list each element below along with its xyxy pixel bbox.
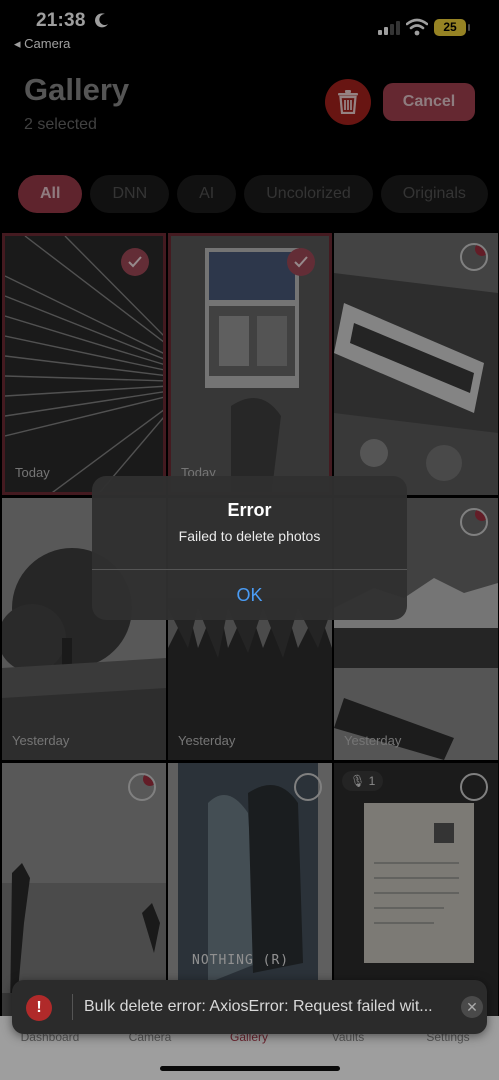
error-toast[interactable]: ! Bulk delete error: AxiosError: Request… xyxy=(12,980,487,1034)
divider xyxy=(72,994,73,1020)
ok-button[interactable]: OK xyxy=(92,570,407,620)
error-icon: ! xyxy=(26,995,52,1021)
toast-message: Bulk delete error: AxiosError: Request f… xyxy=(84,998,433,1015)
close-icon[interactable]: ✕ xyxy=(461,996,483,1018)
alert-title: Error xyxy=(227,500,272,520)
alert-message: Failed to delete photos xyxy=(178,528,321,544)
error-alert: Error Failed to delete photos OK xyxy=(92,476,407,620)
